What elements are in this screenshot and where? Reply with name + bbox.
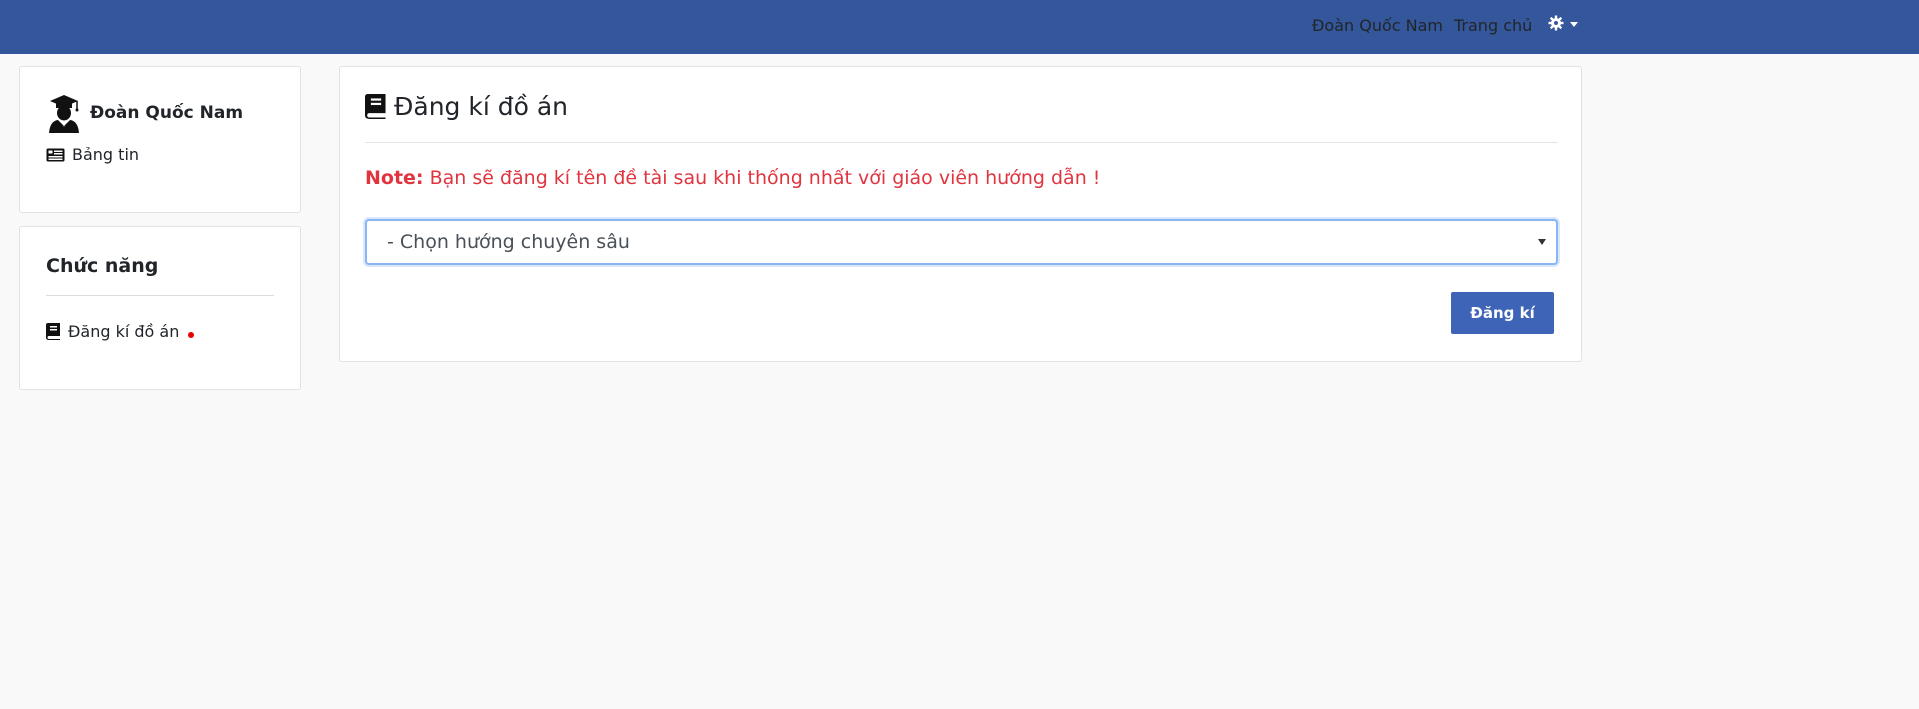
sidebar-item-label: Bảng tin [72,145,140,164]
functions-title: Chức năng [46,255,159,277]
specialization-select[interactable]: - Chọn hướng chuyên sâu [365,219,1558,265]
graduate-avatar-icon [46,93,82,133]
chevron-down-icon [1538,239,1546,245]
notification-dot [188,331,195,338]
profile-name: Đoàn Quốc Nam [90,103,244,123]
page-title: Đăng kí đồ án [365,92,568,121]
nav-user-link[interactable]: Đoàn Quốc Nam [1312,16,1443,35]
functions-card: Chức năng Đăng kí đồ án [19,226,301,390]
settings-dropdown[interactable] [1548,15,1578,31]
divider [365,142,1558,143]
top-navbar: Đoàn Quốc Nam Trang chủ [0,0,1919,54]
book-icon [46,323,61,340]
sidebar-item-label: Đăng kí đồ án [68,322,180,341]
gear-icon [1548,15,1564,31]
nav-home-link[interactable]: Trang chủ [1454,16,1532,35]
select-value: - Chọn hướng chuyên sâu [387,231,630,253]
page-title-text: Đăng kí đồ án [394,92,568,121]
note-message: Bạn sẽ đăng kí tên đề tài sau khi thống … [423,167,1101,189]
profile-header: Đoàn Quốc Nam [46,93,243,133]
chevron-down-icon [1570,21,1578,27]
note-text: Note: Bạn sẽ đăng kí tên đề tài sau khi … [365,167,1100,189]
sidebar-item-news[interactable]: Bảng tin [46,145,139,164]
register-project-card: Đăng kí đồ án Note: Bạn sẽ đăng kí tên đ… [339,66,1582,362]
profile-card: Đoàn Quốc Nam Bảng tin [19,66,301,213]
newspaper-icon [46,148,65,162]
register-button[interactable]: Đăng kí [1451,292,1554,334]
divider [46,295,274,296]
sidebar-item-register-project[interactable]: Đăng kí đồ án [46,322,195,341]
book-icon [365,94,387,119]
note-label: Note: [365,167,424,189]
